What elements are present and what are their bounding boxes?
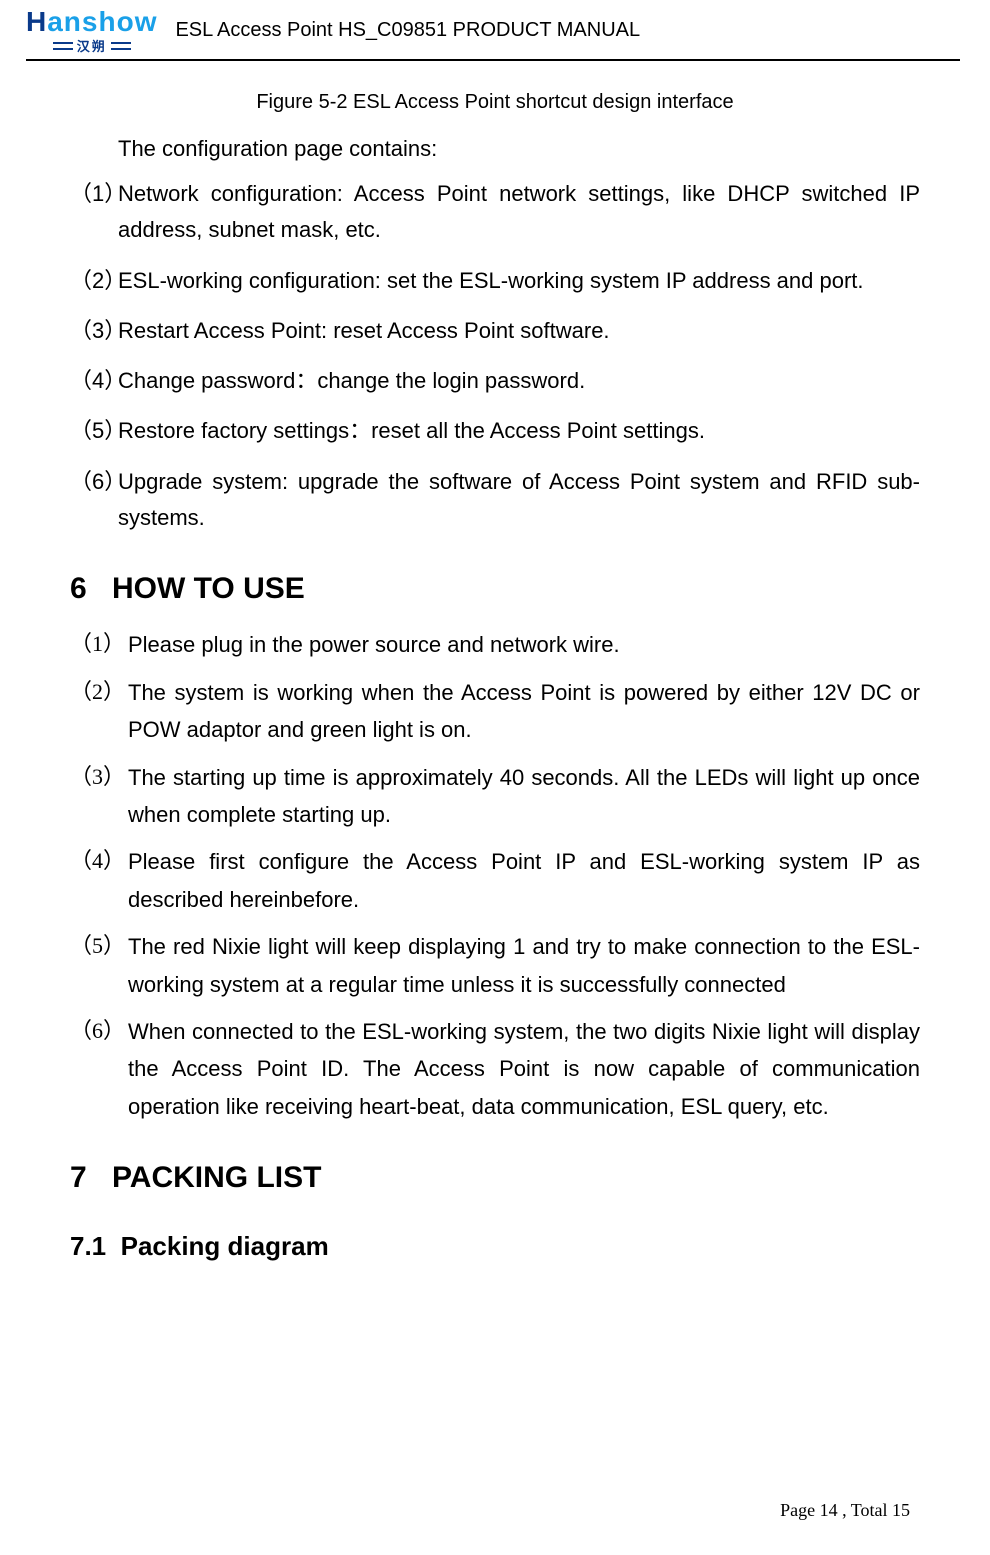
section-6-heading: 6HOW TO USE xyxy=(70,572,920,606)
section-6-title: HOW TO USE xyxy=(112,572,305,605)
list-item-text: Restore factory settings：reset all the A… xyxy=(118,413,920,449)
brand-logo-sub: 汉朔 xyxy=(49,36,135,55)
brand-logo: Hanshow 汉朔 xyxy=(26,6,157,55)
list-item-text: Please plug in the power source and netw… xyxy=(102,626,920,663)
brand-logo-word: Hanshow xyxy=(26,6,157,38)
config-list: （1） Network configuration: Access Point … xyxy=(70,176,920,536)
list-item: （5） Restore factory settings：reset all t… xyxy=(70,413,920,449)
page-footer: Page 14 , Total 15 xyxy=(780,1500,910,1521)
list-item-text: The starting up time is approximately 40… xyxy=(102,759,920,834)
list-item-number: （5） xyxy=(70,413,118,449)
header-divider xyxy=(26,59,960,61)
section-7-number: 7 xyxy=(70,1161,112,1195)
list-item-text: ESL-working configuration: set the ESL-w… xyxy=(118,263,920,299)
list-item-text: When connected to the ESL-working system… xyxy=(102,1013,920,1125)
list-item: （3） Restart Access Point: reset Access P… xyxy=(70,313,920,349)
brand-logo-rest: anshow xyxy=(47,6,157,38)
list-item-text: Restart Access Point: reset Access Point… xyxy=(118,313,920,349)
page-header: Hanshow 汉朔 ESL Access Point HS_C09851 PR… xyxy=(26,6,960,55)
list-item-text: Change password：change the login passwor… xyxy=(118,363,920,399)
section-7-1-title: Packing diagram xyxy=(121,1231,329,1261)
header-title: ESL Access Point HS_C09851 PRODUCT MANUA… xyxy=(175,19,640,42)
list-item: （6） Upgrade system: upgrade the software… xyxy=(70,464,920,537)
intro-text: The configuration page contains: xyxy=(118,136,920,162)
list-item: （2） ESL-working configuration: set the E… xyxy=(70,263,920,299)
list-item-text: The system is working when the Access Po… xyxy=(102,674,920,749)
list-item-number: （2） xyxy=(70,263,118,299)
section-7-heading: 7PACKING LIST xyxy=(70,1161,920,1195)
list-item-text: Please first configure the Access Point … xyxy=(102,843,920,918)
brand-logo-line-left xyxy=(53,42,73,50)
figure-caption: Figure 5-2 ESL Access Point shortcut des… xyxy=(70,91,920,114)
section-7-1-number: 7.1 xyxy=(70,1231,106,1261)
list-item-number: （6） xyxy=(70,464,118,537)
list-item: （4） Change password：change the login pas… xyxy=(70,363,920,399)
list-item: （1） Please plug in the power source and … xyxy=(70,626,920,663)
brand-logo-initial: H xyxy=(26,6,47,38)
list-item-text: The red Nixie light will keep displaying… xyxy=(102,928,920,1003)
page: Hanshow 汉朔 ESL Access Point HS_C09851 PR… xyxy=(0,0,990,1555)
brand-logo-cn: 汉朔 xyxy=(77,36,107,55)
howto-list: （1） Please plug in the power source and … xyxy=(70,626,920,1125)
list-item-text: Upgrade system: upgrade the software of … xyxy=(118,464,920,537)
list-item: （6） When connected to the ESL-working sy… xyxy=(70,1013,920,1125)
list-item: （3） The starting up time is approximatel… xyxy=(70,759,920,834)
list-item-number: （3） xyxy=(70,313,118,349)
list-item: （2） The system is working when the Acces… xyxy=(70,674,920,749)
list-item: （5） The red Nixie light will keep displa… xyxy=(70,928,920,1003)
list-item-number: （1） xyxy=(70,176,118,249)
list-item: （4） Please first configure the Access Po… xyxy=(70,843,920,918)
list-item: （1） Network configuration: Access Point … xyxy=(70,176,920,249)
brand-logo-line-right xyxy=(111,42,131,50)
section-7-1-heading: 7.1 Packing diagram xyxy=(70,1231,920,1262)
section-6-number: 6 xyxy=(70,572,112,606)
section-7-title: PACKING LIST xyxy=(112,1161,321,1194)
list-item-number: （4） xyxy=(70,363,118,399)
list-item-text: Network configuration: Access Point netw… xyxy=(118,176,920,249)
